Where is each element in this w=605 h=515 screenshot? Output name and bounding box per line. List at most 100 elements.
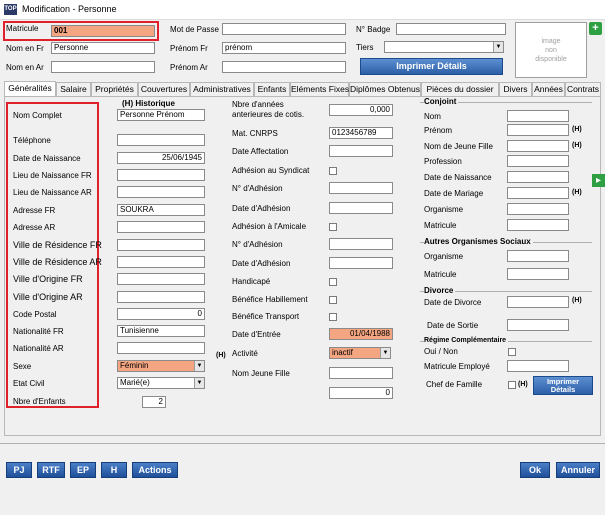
chef-famille-history[interactable]: (H) (518, 381, 528, 388)
num-adhesion-1-input[interactable] (329, 182, 393, 194)
print-details-button[interactable]: Imprimer Détails (360, 58, 503, 75)
lieu-naissance-ar-input[interactable] (117, 186, 205, 198)
regime-checkbox[interactable] (508, 348, 516, 356)
date-affectation-input[interactable] (329, 145, 393, 157)
num-adhesion-2-input[interactable] (329, 238, 393, 250)
etat-civil-select[interactable]: Marié(e) ▼ (117, 377, 205, 389)
autres-matricule-input[interactable] (507, 268, 569, 280)
conjoint-matricule-input[interactable] (507, 219, 569, 231)
nbre-enfants-label: Nbre d'Enfants (13, 397, 66, 406)
tab-diplomes[interactable]: Diplômes Obtenus (349, 82, 421, 97)
tab-enfants[interactable]: Enfants (254, 82, 290, 97)
prenom-fr-input[interactable]: prénom (222, 42, 346, 54)
date-divorce-history[interactable]: (H) (572, 297, 582, 304)
conjoint-prenom-history[interactable]: (H) (572, 126, 582, 133)
conjoint-nom-jeune-fille-history[interactable]: (H) (572, 142, 582, 149)
tab-annees[interactable]: Années (532, 82, 565, 97)
benef-habillement-checkbox[interactable] (329, 296, 337, 304)
h-button[interactable]: H (101, 462, 127, 478)
tab-salaire[interactable]: Salaire (56, 82, 91, 97)
nationalite-ar-label: Nationalité AR (13, 344, 64, 353)
tab-administratives[interactable]: Administratives (190, 82, 254, 97)
date-adhesion-2-input[interactable] (329, 257, 393, 269)
autres-organisme-input[interactable] (507, 250, 569, 262)
date-adhesion-1-input[interactable] (329, 202, 393, 214)
prenom-ar-input[interactable] (222, 61, 346, 73)
matricule-employe-label: Matricule Employé (424, 362, 490, 371)
prenom-ar-label: Prénom Ar (170, 63, 208, 72)
tab-pieces[interactable]: Pièces du dossier (421, 82, 499, 97)
nom-complet-input[interactable]: Personne Prénom (117, 109, 205, 121)
nationalite-fr-label: Nationalité FR (13, 327, 64, 336)
ville-res-fr-input[interactable] (117, 239, 205, 251)
conjoint-prenom-label: Prénom (424, 126, 453, 135)
adresse-fr-input[interactable]: SOUKRA (117, 204, 205, 216)
conjoint-organisme-input[interactable] (507, 203, 569, 215)
rtf-button[interactable]: RTF (37, 462, 65, 478)
adhesion-amicale-checkbox[interactable] (329, 223, 337, 231)
matricule-input[interactable]: 001 (51, 25, 155, 37)
photo-placeholder[interactable]: image non disponible (515, 22, 587, 78)
conjoint-prenom-input[interactable] (507, 124, 569, 136)
sexe-select[interactable]: Féminin ▼ (117, 360, 205, 372)
tab-elements-fixes[interactable]: Eléments Fixes (290, 82, 349, 97)
imprimer-details-button[interactable]: Imprimer Détails (533, 376, 593, 395)
nom-fr-input[interactable]: Personne (51, 42, 155, 54)
tab-divers[interactable]: Divers (499, 82, 532, 97)
tab-contrats[interactable]: Contrats (565, 82, 601, 97)
ville-orig-ar-input[interactable] (117, 291, 205, 303)
chef-famille-checkbox[interactable] (508, 381, 516, 389)
divorce-title: Divorce (424, 286, 456, 295)
tiers-select[interactable]: ▼ (384, 41, 504, 53)
conjoint-nom-jeune-fille-input[interactable] (507, 140, 569, 152)
date-adhesion-2-label: Date d'Adhésion (232, 259, 291, 268)
date-sortie-input[interactable] (507, 319, 569, 331)
handicape-checkbox[interactable] (329, 278, 337, 286)
telephone-input[interactable] (117, 134, 205, 146)
matricule-label: Matricule (6, 24, 39, 33)
adresse-ar-input[interactable] (117, 221, 205, 233)
conjoint-date-mariage-history[interactable]: (H) (572, 189, 582, 196)
date-sortie-label: Date de Sortie (427, 321, 479, 330)
conjoint-nom-input[interactable] (507, 110, 569, 122)
conjoint-nom-label: Nom (424, 112, 441, 121)
annees-ant-input[interactable]: 0,000 (329, 104, 393, 116)
ville-orig-ar-label: Ville d'Origine AR (13, 292, 83, 302)
conjoint-date-mariage-label: Date de Mariage (424, 189, 484, 198)
ville-orig-fr-input[interactable] (117, 273, 205, 285)
cnrps-input[interactable]: 0123456789 (329, 127, 393, 139)
nom-ar-input[interactable] (51, 61, 155, 73)
badge-input[interactable] (396, 23, 506, 35)
matricule-employe-input[interactable] (507, 360, 569, 372)
annuler-button[interactable]: Annuler (556, 462, 600, 478)
date-divorce-input[interactable] (507, 296, 569, 308)
conjoint-date-mariage-input[interactable] (507, 187, 569, 199)
adhesion-syndicat-checkbox[interactable] (329, 167, 337, 175)
conjoint-nom-jeune-fille-label: Nom de Jeune Fille (424, 142, 493, 151)
pj-button[interactable]: PJ (6, 462, 32, 478)
add-icon[interactable]: + (589, 22, 602, 35)
nom-jeune-fille-input[interactable] (329, 367, 393, 379)
activite-select[interactable]: inactif ▼ (329, 347, 391, 359)
mot-de-passe-input[interactable] (222, 23, 346, 35)
ok-button[interactable]: Ok (520, 462, 550, 478)
nbre-enfants-input[interactable]: 2 (142, 396, 166, 408)
actions-button[interactable]: Actions (132, 462, 178, 478)
tab-couvertures[interactable]: Couvertures (138, 82, 190, 97)
date-naissance-input[interactable]: 25/06/1945 (117, 152, 205, 164)
code-postal-input[interactable]: 0 (117, 308, 205, 320)
sexe-history-marker[interactable]: (H) (216, 352, 226, 359)
nationalite-fr-input[interactable]: Tunisienne (117, 325, 205, 337)
benef-transport-checkbox[interactable] (329, 313, 337, 321)
conjoint-date-naissance-input[interactable] (507, 171, 569, 183)
ep-button[interactable]: EP (70, 462, 96, 478)
green-side-icon[interactable]: ▸ (592, 174, 605, 187)
date-entree-input[interactable]: 01/04/1988 (329, 328, 393, 340)
ville-res-ar-input[interactable] (117, 256, 205, 268)
extra-value-input[interactable]: 0 (329, 387, 393, 399)
conjoint-profession-input[interactable] (507, 155, 569, 167)
chevron-down-icon: ▼ (380, 348, 390, 358)
tab-proprietes[interactable]: Propriétés (91, 82, 138, 97)
lieu-naissance-fr-input[interactable] (117, 169, 205, 181)
nationalite-ar-input[interactable] (117, 342, 205, 354)
